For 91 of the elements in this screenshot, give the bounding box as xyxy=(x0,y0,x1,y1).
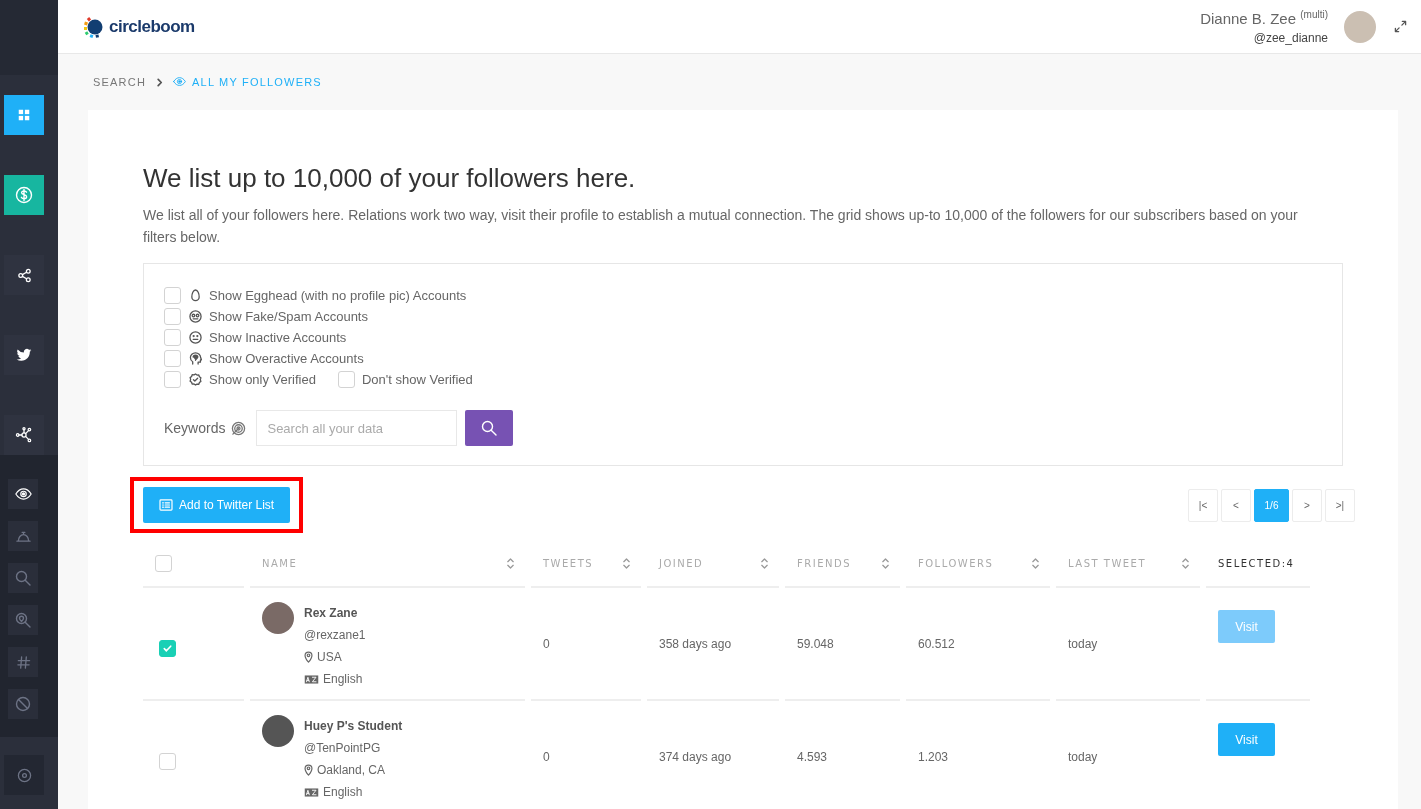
location-pin-icon xyxy=(304,764,313,776)
filter-label: Show Fake/Spam Accounts xyxy=(209,309,368,324)
list-icon xyxy=(159,499,173,511)
search-field[interactable]: Search all your data xyxy=(256,410,458,446)
table-cell: today xyxy=(1068,636,1098,651)
sidebar-tool[interactable] xyxy=(8,479,38,509)
user-handle: @rexzane1 xyxy=(304,627,366,644)
table-cell: 374 days ago xyxy=(659,749,732,764)
sidebar-item[interactable] xyxy=(4,255,44,295)
share-icon xyxy=(16,267,32,283)
bird-icon xyxy=(16,347,32,363)
head-icon xyxy=(188,352,202,365)
mask-face-icon xyxy=(188,310,202,323)
location-search-icon xyxy=(15,612,31,628)
search-button[interactable] xyxy=(465,410,514,446)
location-text: USA xyxy=(317,650,342,664)
checkbox[interactable] xyxy=(164,371,181,388)
language-text: English xyxy=(323,672,363,686)
checkbox[interactable] xyxy=(164,350,181,367)
verified-badge-icon xyxy=(188,373,202,386)
table-cell: 1.203 xyxy=(918,749,949,764)
pagination-button[interactable]: >| xyxy=(1325,488,1355,522)
checkbox[interactable] xyxy=(337,371,355,388)
column-header[interactable]: FRIENDS xyxy=(797,557,851,569)
user-name: Rex Zane xyxy=(304,605,359,622)
user-name: Huey P's Student xyxy=(304,718,403,735)
column-header[interactable]: JOINED xyxy=(659,557,704,569)
location-text: Oakland, CA xyxy=(317,763,386,777)
page-description: We list all of your followers here. Relations work two way, visit their profile to establish a mutual connection. The grid shows up-to 10,000 of the followers for our subscribers based on your filters below. xyxy=(143,206,1299,247)
network-icon xyxy=(15,426,33,444)
egg-icon xyxy=(189,289,201,302)
language-icon xyxy=(304,674,319,684)
eye-icon xyxy=(14,488,32,500)
checkmark-icon xyxy=(162,643,173,654)
page-title: We list up to 10,000 of your followers here. xyxy=(143,162,637,194)
add-to-list-button[interactable]: Add to Twitter List xyxy=(143,487,291,523)
table-cell: 358 days ago xyxy=(659,636,732,651)
search-icon xyxy=(481,420,498,436)
pagination-button[interactable]: > xyxy=(1292,488,1322,522)
table-cell: 59.048 xyxy=(797,636,834,651)
table-cell: 4.593 xyxy=(797,749,828,764)
breadcrumb-link[interactable]: ALL MY FOLLOWERS xyxy=(192,76,322,88)
avatar xyxy=(262,715,294,747)
column-header[interactable]: LAST TWEET xyxy=(1068,557,1147,569)
filter-label: Show Inactive Accounts xyxy=(209,330,347,345)
breadcrumb-link[interactable]: SEARCH xyxy=(93,76,147,88)
user-handle: @zee_dianne xyxy=(1252,30,1328,45)
location-pin-icon xyxy=(304,651,313,663)
dollar-gear-icon xyxy=(14,185,34,205)
keywords-label: Keywords xyxy=(164,420,226,436)
sidebar-item[interactable] xyxy=(4,335,44,375)
filter-label: Show Egghead (with no profile pic) Accounts xyxy=(209,288,467,303)
grid-icon xyxy=(17,108,31,122)
visit-button[interactable]: Visit xyxy=(1218,723,1275,756)
block-icon xyxy=(15,696,31,712)
column-header: SELECTED:4 xyxy=(1218,557,1295,569)
checkbox[interactable] xyxy=(159,753,176,770)
checkbox[interactable] xyxy=(155,554,172,572)
checkbox[interactable] xyxy=(164,287,181,304)
table-cell: 0 xyxy=(543,636,550,651)
language-text: English xyxy=(323,785,363,799)
pagination-button[interactable]: 1/6 xyxy=(1254,488,1289,522)
avatar[interactable] xyxy=(1344,10,1376,43)
checkbox[interactable] xyxy=(164,329,181,346)
column-header[interactable]: FOLLOWERS xyxy=(918,557,994,569)
user-name: Dianne B. Zee $^{(multi)}$ xyxy=(1200,8,1328,27)
table-cell: 60.512 xyxy=(918,636,955,651)
target-icon xyxy=(231,420,247,436)
hashtag-icon xyxy=(15,654,31,670)
eye-icon xyxy=(173,77,187,87)
pagination-button[interactable]: |< xyxy=(1188,488,1218,522)
table-cell: 0 xyxy=(543,749,550,764)
column-header[interactable]: TWEETS xyxy=(543,557,594,569)
checkbox[interactable] xyxy=(159,640,176,657)
table-cell: today xyxy=(1068,749,1098,764)
circle-icon xyxy=(16,767,32,783)
sidebar-item[interactable] xyxy=(4,415,44,455)
language-icon xyxy=(304,787,319,797)
checkbox[interactable] xyxy=(164,308,181,325)
pagination-button[interactable]: < xyxy=(1221,488,1251,522)
user-handle: @TenPointPG xyxy=(304,740,382,757)
filter-label: Show Overactive Accounts xyxy=(209,351,364,366)
column-header[interactable]: NAME xyxy=(262,557,298,569)
logo-text: circleboom xyxy=(109,16,195,37)
expand-icon xyxy=(1394,20,1407,33)
search-icon xyxy=(15,570,31,586)
avatar xyxy=(262,602,294,634)
neutral-face-icon xyxy=(188,331,202,344)
filter-label: Show only Verified xyxy=(209,372,316,387)
filter-label: Don't show Verified xyxy=(361,372,473,387)
chevron-right-icon xyxy=(156,77,164,87)
